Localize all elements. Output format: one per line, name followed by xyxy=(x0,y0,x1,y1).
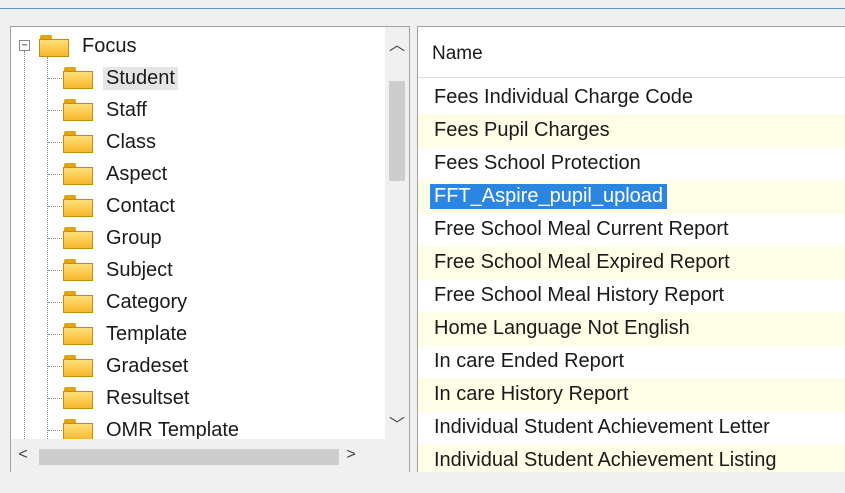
report-list[interactable]: Name Fees Individual Charge Code Fees Pup… xyxy=(417,26,845,473)
list-item-label: Free School Meal Expired Report xyxy=(434,251,730,273)
list-item-label: Free School Meal History Report xyxy=(434,284,725,306)
list-item-label: In care Ended Report xyxy=(434,350,625,372)
list-item-label: Free School Meal Current Report xyxy=(434,218,729,240)
list-item[interactable]: Free School Meal History Report xyxy=(418,279,845,313)
tree-connector xyxy=(48,334,62,335)
list-item[interactable]: In care Ended Report xyxy=(418,345,845,379)
column-header-label: Name xyxy=(432,43,483,64)
tree-connector xyxy=(48,142,62,143)
tree-connector xyxy=(48,302,62,303)
tree-connector xyxy=(48,238,62,239)
tree-item-gradeset[interactable]: Gradeset xyxy=(63,351,191,381)
list-item[interactable]: Individual Student Achievement Listing xyxy=(418,444,845,473)
tree-connector xyxy=(47,57,48,443)
column-header-name[interactable]: Name xyxy=(418,27,845,78)
list-item-label: Fees School Protection xyxy=(434,152,641,174)
tree-item-group[interactable]: Group xyxy=(63,223,165,253)
folder-icon xyxy=(63,131,93,153)
list-item[interactable]: Fees Individual Charge Code xyxy=(418,81,845,115)
list-item[interactable]: Home Language Not English xyxy=(418,312,845,346)
folder-icon xyxy=(63,259,93,281)
collapse-icon[interactable]: − xyxy=(19,40,30,51)
list-item-label: Home Language Not English xyxy=(434,317,690,339)
list-item-label: Fees Pupil Charges xyxy=(434,119,610,141)
folder-icon xyxy=(63,323,93,345)
window: − Focus Student Staff Class Aspect Contact Gr… xyxy=(0,0,845,493)
tree-view[interactable]: − Focus Student Staff Class Aspect Contact Gr… xyxy=(10,26,410,474)
tree-item-contact[interactable]: Contact xyxy=(63,191,178,221)
tree-connector xyxy=(48,398,62,399)
tree-item-aspect[interactable]: Aspect xyxy=(63,159,170,189)
tree-item-label: Contact xyxy=(106,194,175,217)
list-item[interactable]: Free School Meal Current Report xyxy=(418,213,845,247)
tree-item-staff[interactable]: Staff xyxy=(63,95,150,125)
tree-item-label: Aspect xyxy=(106,162,168,185)
tree-horizontal-scroll-thumb[interactable] xyxy=(39,449,339,465)
tree-item-label: Class xyxy=(106,130,157,153)
tree-vertical-scroll-thumb[interactable] xyxy=(389,81,405,181)
list-item[interactable]: In care History Report xyxy=(418,378,845,412)
tree-item-category[interactable]: Category xyxy=(63,287,190,317)
folder-icon xyxy=(63,227,93,249)
tree-item-label: Resultset xyxy=(106,386,190,409)
tree-item-label: Focus xyxy=(82,34,137,57)
tree-connector xyxy=(48,366,62,367)
tree-item-label: Category xyxy=(106,290,188,313)
tree-item-label: Subject xyxy=(106,258,173,281)
list-item-label: Individual Student Achievement Listing xyxy=(434,449,777,471)
tree-item-student[interactable]: Student xyxy=(63,63,178,93)
status-strip xyxy=(0,472,845,493)
tree-connector xyxy=(48,270,62,271)
folder-icon xyxy=(63,291,93,313)
list-item-label: In care History Report xyxy=(434,383,629,405)
tree-item-subject[interactable]: Subject xyxy=(63,255,176,285)
tree-horizontal-scrollbar[interactable]: < > xyxy=(11,439,385,473)
folder-icon xyxy=(63,419,93,441)
tree-connector xyxy=(48,430,62,431)
tree-item-template[interactable]: Template xyxy=(63,319,190,349)
list-item[interactable]: Fees School Protection xyxy=(418,147,845,181)
tree-item-label: Gradeset xyxy=(106,354,189,377)
tree-connector xyxy=(48,110,62,111)
list-item-label: Fees Individual Charge Code xyxy=(434,86,694,108)
scrollbar-corner xyxy=(385,439,409,473)
folder-icon xyxy=(63,387,93,409)
tree-item-resultset[interactable]: Resultset xyxy=(63,383,192,413)
tree-connector xyxy=(48,78,62,79)
tree-connector xyxy=(48,206,62,207)
folder-icon xyxy=(63,163,93,185)
tree-item-class[interactable]: Class xyxy=(63,127,159,157)
list-item[interactable]: FFT_Aspire_pupil_upload xyxy=(418,180,845,214)
tree-item-label: Template xyxy=(106,322,188,345)
tree-item-focus[interactable]: Focus xyxy=(39,31,139,61)
list-item[interactable]: Free School Meal Expired Report xyxy=(418,246,845,280)
tree-connector xyxy=(48,174,62,175)
list-item[interactable]: Fees Pupil Charges xyxy=(418,114,845,148)
tree-item-label: Staff xyxy=(106,98,147,121)
folder-icon xyxy=(39,35,69,57)
scroll-down-arrow-icon[interactable]: ﹀ xyxy=(387,411,407,435)
scroll-right-arrow-icon[interactable]: > xyxy=(341,446,361,464)
folder-icon xyxy=(63,195,93,217)
window-top-border xyxy=(0,8,845,9)
tree-item-label: Group xyxy=(106,226,162,249)
tree-connector xyxy=(24,51,25,443)
folder-icon xyxy=(63,99,93,121)
folder-icon xyxy=(63,355,93,377)
tree-item-label: Student xyxy=(103,66,178,90)
scroll-left-arrow-icon[interactable]: < xyxy=(13,446,33,464)
list-item-label: FFT_Aspire_pupil_upload xyxy=(430,184,668,209)
list-item-label: Individual Student Achievement Letter xyxy=(434,416,770,438)
scroll-up-arrow-icon[interactable]: ︿ xyxy=(387,31,407,55)
tree-vertical-scrollbar[interactable]: ︿ ﹀ xyxy=(385,27,409,439)
folder-icon xyxy=(63,67,93,89)
list-item[interactable]: Individual Student Achievement Letter xyxy=(418,411,845,445)
